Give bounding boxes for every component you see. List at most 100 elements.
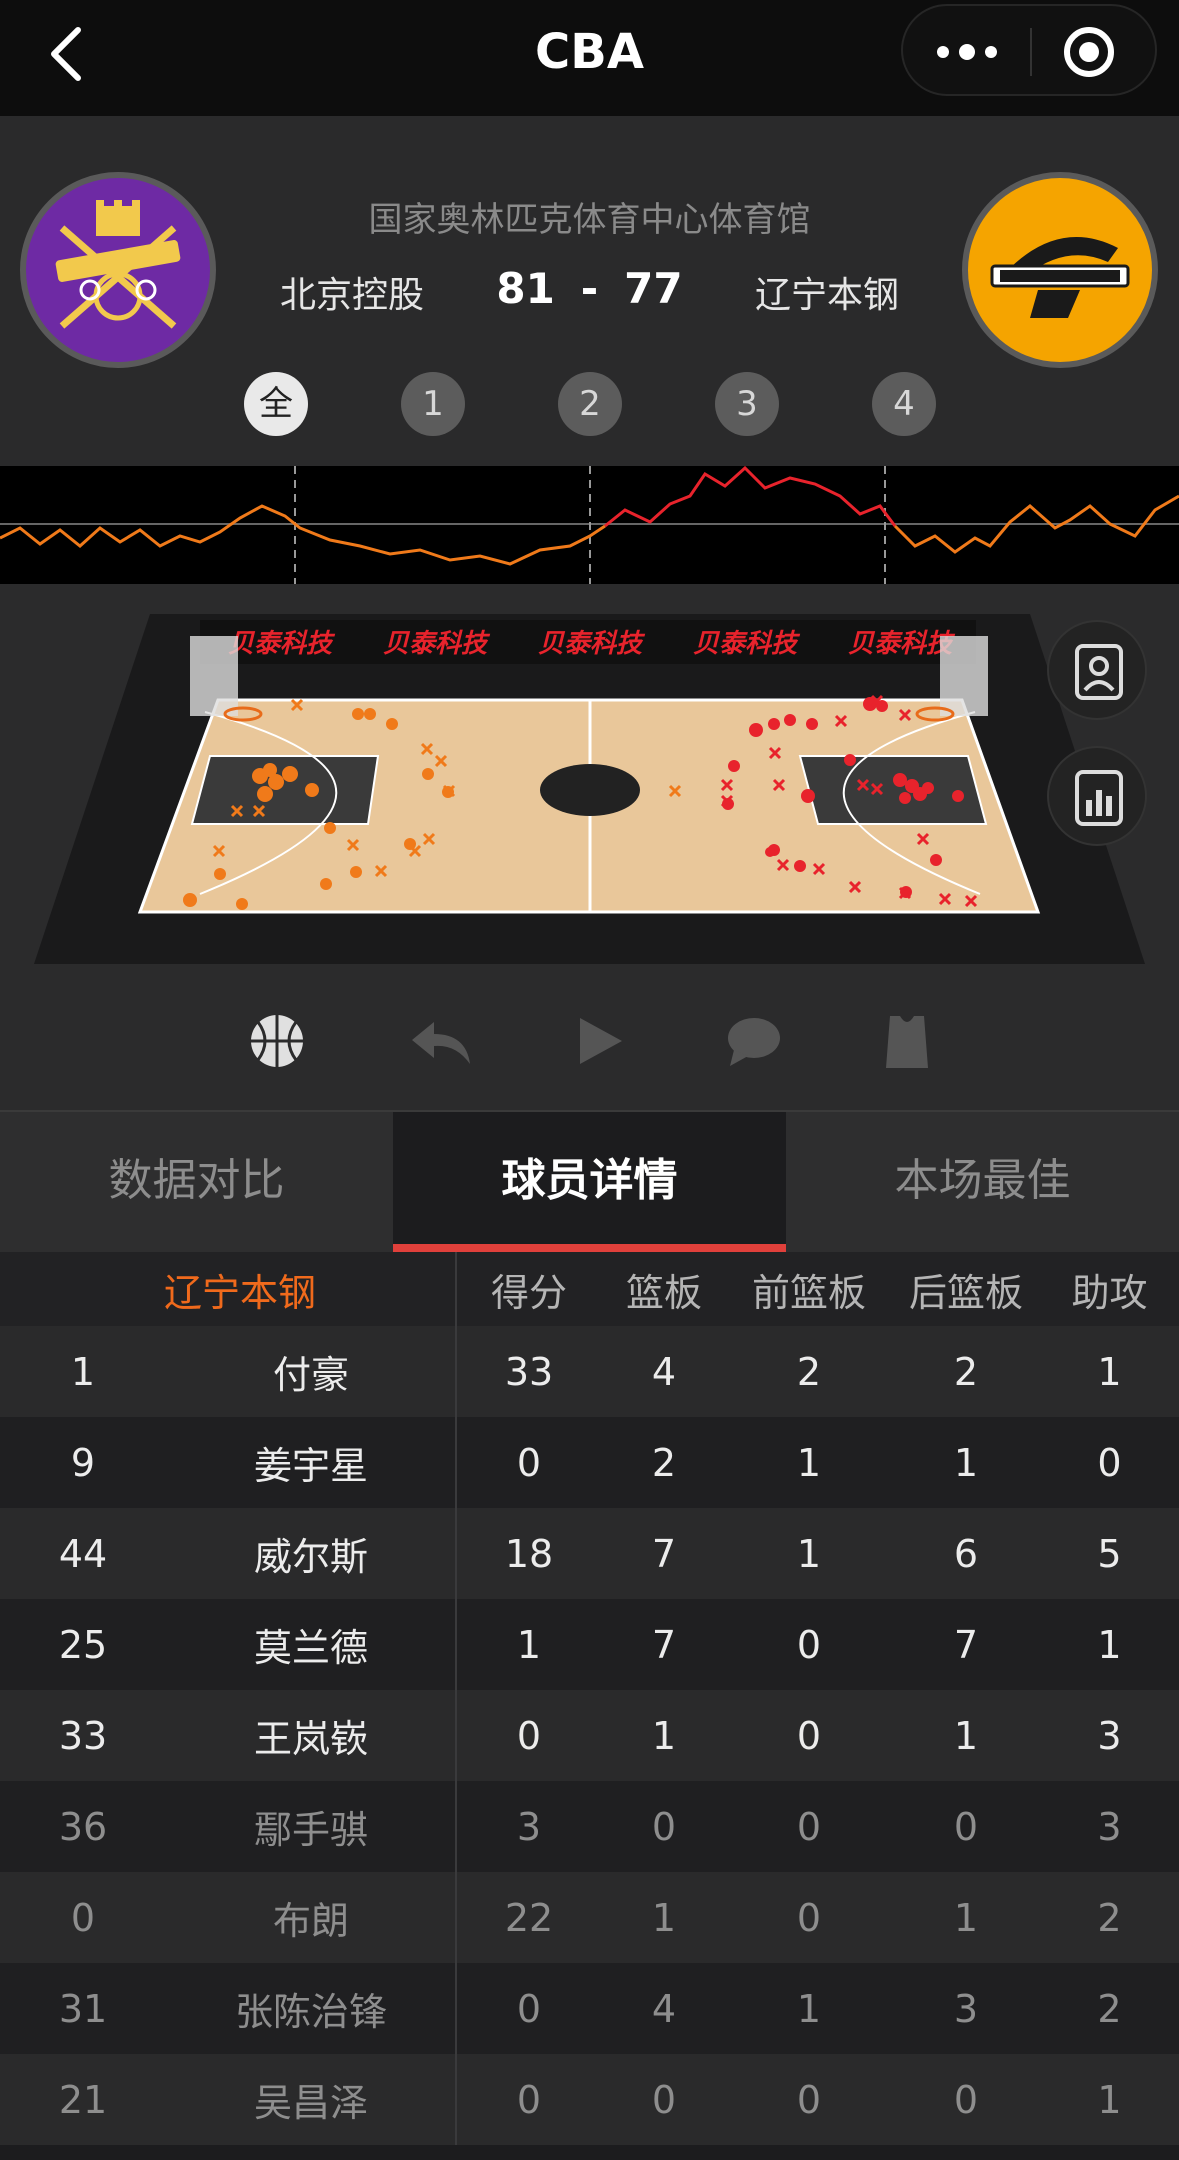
stat-rebounds: 1	[651, 1713, 677, 1758]
away-team-logo[interactable]	[962, 172, 1158, 368]
player-number: 1	[70, 1349, 96, 1394]
player-name: 姜宇星	[253, 1444, 368, 1488]
stat-off-rebounds: 2	[796, 1349, 822, 1394]
game-header: 国家奥林匹克体育中心体育馆 北京控股 81 - 77 辽宁本钢 全 1 2 3 …	[0, 116, 1179, 466]
stat-def-rebounds: 3	[953, 1986, 979, 2031]
stat-assists: 3	[1097, 1804, 1122, 1849]
trend-line-red	[604, 465, 897, 528]
ad-banner-text: 贝泰科技	[848, 629, 956, 659]
stat-points: 22	[504, 1895, 554, 1940]
ad-banner-text: 贝泰科技	[693, 629, 801, 659]
quarter-tab-4[interactable]: 4	[872, 372, 936, 436]
tab-label: 本场最佳	[894, 1155, 1071, 1206]
tab-label: 球员详情	[501, 1155, 678, 1206]
stat-assists: 2	[1097, 1986, 1122, 2031]
nav-bar: CBA	[0, 0, 1179, 116]
stat-assists: 3	[1097, 1713, 1122, 1758]
home-score: 81	[496, 264, 555, 313]
quarter-tab-1[interactable]: 1	[401, 372, 465, 436]
stat-rebounds: 4	[651, 1349, 677, 1394]
stat-off-rebounds: 1	[796, 1986, 822, 2031]
player-name: 威尔斯	[253, 1535, 368, 1579]
table-row[interactable]: 1 付豪 33 4 2 2 1	[0, 1326, 1179, 1417]
jersey-icon[interactable]	[872, 1006, 942, 1076]
stat-off-rebounds: 0	[796, 1895, 822, 1940]
column-header-rebounds[interactable]: 篮板	[602, 1252, 726, 1326]
player-name: 莫兰德	[253, 1626, 368, 1670]
stat-points: 18	[504, 1531, 554, 1576]
column-header-points[interactable]: 得分	[456, 1252, 602, 1326]
person-card-icon	[1075, 644, 1123, 700]
stat-points: 0	[516, 1713, 542, 1758]
stat-rebounds: 7	[651, 1622, 677, 1667]
stat-rebounds: 0	[651, 2077, 677, 2122]
table-row[interactable]: 9 姜宇星 0 2 1 1 0	[0, 1417, 1179, 1508]
quarter-tab-3[interactable]: 3	[715, 372, 779, 436]
stat-rebounds: 7	[651, 1531, 677, 1576]
player-stats-table: 辽宁本钢 得分 篮板 前篮板 后篮板 助攻 1 付豪 33 4 2 2 1 9 姜宇星 0 2 1 1 0…	[0, 1252, 1179, 2145]
stat-def-rebounds: 0	[953, 2077, 979, 2122]
table-row[interactable]: 25 莫兰德 1 7 0 7 1	[0, 1599, 1179, 1690]
player-name: 布朗	[272, 1899, 349, 1943]
stat-points: 0	[516, 1986, 542, 2031]
quarter-tab-all[interactable]: 全	[244, 372, 308, 436]
score-separator: -	[580, 264, 599, 313]
tab-player-details[interactable]: 球员详情	[393, 1112, 786, 1252]
stat-def-rebounds: 1	[953, 1713, 979, 1758]
player-number: 9	[70, 1440, 96, 1485]
score-trend-chart	[0, 465, 1179, 584]
more-icon[interactable]	[929, 24, 1005, 80]
comment-icon[interactable]	[718, 1006, 788, 1076]
team-column-header[interactable]: 辽宁本钢	[0, 1252, 486, 1326]
stat-assists: 1	[1097, 2077, 1122, 2122]
active-tab-indicator	[393, 1244, 786, 1252]
table-header: 辽宁本钢 得分 篮板 前篮板 后篮板 助攻	[0, 1252, 1179, 1326]
stats-report-button[interactable]	[1047, 746, 1147, 846]
table-row[interactable]: 0 布朗 22 1 0 1 2	[0, 1872, 1179, 1963]
stat-off-rebounds: 0	[796, 1713, 822, 1758]
ad-banner-text: 贝泰科技	[383, 629, 491, 659]
player-profile-button[interactable]	[1047, 620, 1147, 720]
stat-def-rebounds: 2	[953, 1349, 979, 1394]
stat-off-rebounds: 1	[796, 1531, 822, 1576]
away-score: 77	[624, 264, 683, 313]
player-name: 鄢手骐	[253, 1808, 368, 1852]
table-row[interactable]: 36 鄢手骐 3 0 0 0 3	[0, 1781, 1179, 1872]
trend-line-orange	[0, 504, 606, 566]
table-row[interactable]: 21 吴昌泽 0 0 0 0 1	[0, 2054, 1179, 2145]
tab-game-best[interactable]: 本场最佳	[786, 1112, 1179, 1252]
basketball-icon[interactable]	[242, 1006, 312, 1076]
player-name: 付豪	[272, 1353, 349, 1397]
column-header-off-rebounds[interactable]: 前篮板	[726, 1252, 892, 1326]
ad-banner-text: 贝泰科技	[538, 629, 646, 659]
stat-def-rebounds: 6	[953, 1531, 979, 1576]
away-team-name: 辽宁本钢	[755, 275, 900, 316]
table-row[interactable]: 33 王岚嵚 0 1 0 1 3	[0, 1690, 1179, 1781]
table-row[interactable]: 44 威尔斯 18 7 1 6 5	[0, 1508, 1179, 1599]
player-number: 44	[58, 1531, 108, 1576]
close-program-icon[interactable]	[1061, 24, 1117, 80]
player-number: 21	[58, 2077, 108, 2122]
replay-icon[interactable]	[406, 1006, 476, 1076]
stat-points: 3	[516, 1804, 542, 1849]
quarter-tab-2[interactable]: 2	[558, 372, 622, 436]
column-header-def-rebounds[interactable]: 后篮板	[892, 1252, 1040, 1326]
capsule-divider	[1030, 28, 1032, 76]
stat-assists: 1	[1097, 1622, 1122, 1667]
stat-assists: 1	[1097, 1349, 1122, 1394]
play-icon[interactable]	[564, 1006, 634, 1076]
column-header-assists[interactable]: 助攻	[1040, 1252, 1179, 1326]
quarter-selector: 全 1 2 3 4	[244, 372, 936, 436]
player-number: 31	[58, 1986, 108, 2031]
player-name: 吴昌泽	[253, 2081, 368, 2125]
court-graphic: 贝泰科技 贝泰科技 贝泰科技 贝泰科技 贝泰科技	[34, 614, 1145, 964]
tab-data-compare[interactable]: 数据对比	[0, 1112, 393, 1252]
stat-def-rebounds: 7	[953, 1622, 979, 1667]
stat-points: 33	[504, 1349, 554, 1394]
stat-points: 0	[516, 2077, 542, 2122]
table-row[interactable]: 31 张陈治锋 0 4 1 3 2	[0, 1963, 1179, 2054]
stat-assists: 2	[1097, 1895, 1122, 1940]
stat-def-rebounds: 0	[953, 1804, 979, 1849]
ln-leopards-emblem-icon	[990, 237, 1130, 318]
player-number: 25	[58, 1622, 108, 1667]
